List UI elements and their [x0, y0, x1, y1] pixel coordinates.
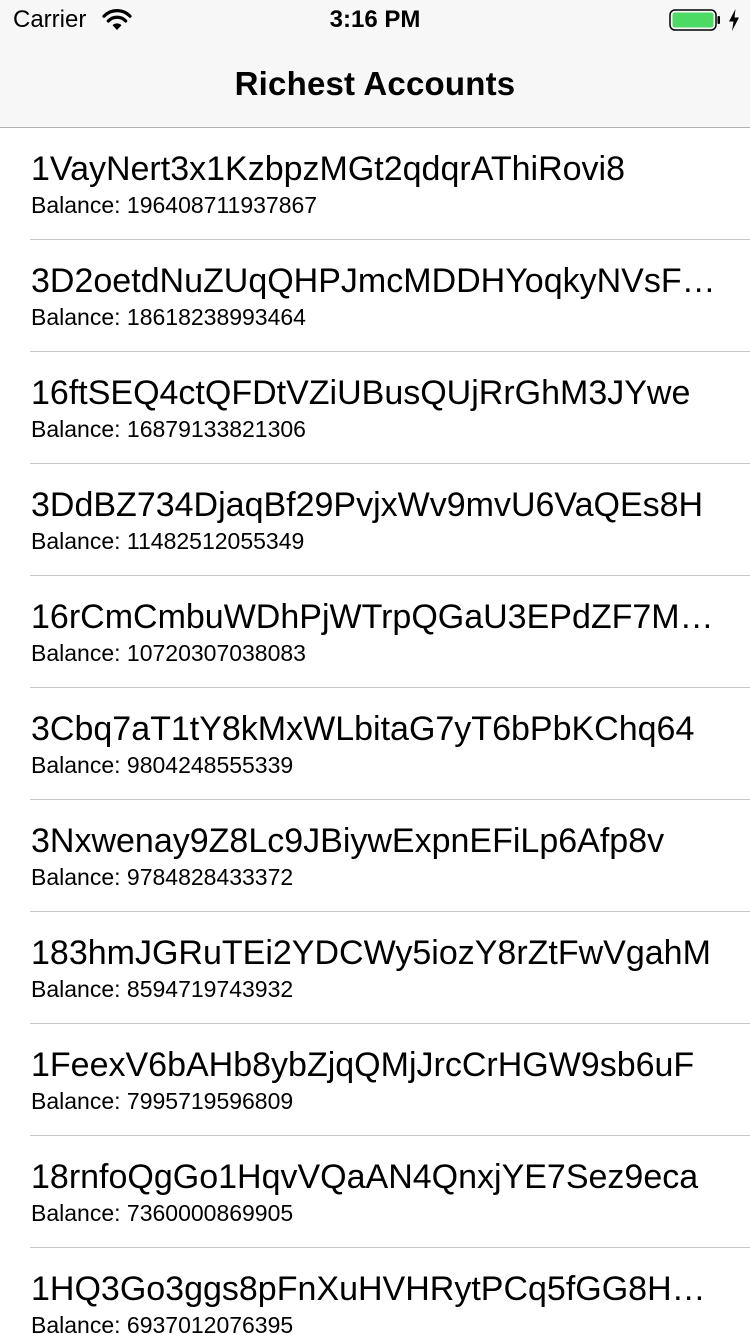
- battery-icon: [669, 9, 720, 31]
- status-bar: Carrier 3:16 PM: [0, 0, 750, 40]
- list-item[interactable]: 16ftSEQ4ctQFDtVZiUBusQUjRrGhM3JYwe Balan…: [0, 352, 750, 464]
- account-address: 1HQ3Go3ggs8pFnXuHVHRytPCq5fGG8Hb…: [31, 1270, 717, 1308]
- list-item[interactable]: 3Cbq7aT1tY8kMxWLbitaG7yT6bPbKChq64 Balan…: [0, 688, 750, 800]
- list-item[interactable]: 3DdBZ734DjaqBf29PvjxWv9mvU6VaQEs8H Balan…: [0, 464, 750, 576]
- account-address: 183hmJGRuTEi2YDCWy5iozY8rZtFwVgahM: [31, 934, 711, 972]
- account-address: 18rnfoQgGo1HqvVQaAN4QnxjYE7Sez9eca: [31, 1158, 699, 1196]
- list-item[interactable]: 16rCmCmbuWDhPjWTrpQGaU3EPdZF7MT… Balance…: [0, 576, 750, 688]
- account-balance: Balance: 8594719743932: [31, 976, 294, 1002]
- list-item[interactable]: 1VayNert3x1KzbpzMGt2qdqrAThiRovi8 Balanc…: [0, 128, 750, 240]
- account-address: 3Nxwenay9Z8Lc9JBiywExpnEFiLp6Afp8v: [31, 822, 665, 860]
- account-address: 3Cbq7aT1tY8kMxWLbitaG7yT6bPbKChq64: [31, 710, 695, 748]
- account-balance: Balance: 9784828433372: [31, 864, 294, 890]
- status-time: 3:16 PM: [329, 6, 421, 33]
- accounts-list: 1VayNert3x1KzbpzMGt2qdqrAThiRovi8 Balanc…: [0, 128, 750, 1334]
- account-address: 1VayNert3x1KzbpzMGt2qdqrAThiRovi8: [31, 150, 626, 188]
- account-balance: Balance: 6937012076395: [31, 1312, 294, 1334]
- account-address: 16ftSEQ4ctQFDtVZiUBusQUjRrGhM3JYwe: [31, 374, 691, 412]
- app-screen: Carrier 3:16 PM Richest Accounts 1VayNer…: [0, 0, 750, 1334]
- list-item[interactable]: 1FeexV6bAHb8ybZjqQMjJrcCrHGW9sb6uF Balan…: [0, 1024, 750, 1136]
- account-balance: Balance: 7995719596809: [31, 1088, 294, 1114]
- list-item[interactable]: 3D2oetdNuZUqQHPJmcMDDHYoqkyNVsF… Balance…: [0, 240, 750, 352]
- page-title: Richest Accounts: [234, 65, 516, 102]
- account-address: 1FeexV6bAHb8ybZjqQMjJrcCrHGW9sb6uF: [31, 1046, 695, 1084]
- charging-bolt-icon: [729, 9, 739, 31]
- account-address: 16rCmCmbuWDhPjWTrpQGaU3EPdZF7MT…: [31, 598, 717, 636]
- account-address: 3DdBZ734DjaqBf29PvjxWv9mvU6VaQEs8H: [31, 486, 704, 524]
- account-balance: Balance: 9804248555339: [31, 752, 294, 778]
- account-balance: Balance: 18618238993464: [31, 304, 306, 330]
- account-balance: Balance: 16879133821306: [31, 416, 306, 442]
- account-balance: Balance: 196408711937867: [31, 192, 318, 218]
- list-item[interactable]: 18rnfoQgGo1HqvVQaAN4QnxjYE7Sez9eca Balan…: [0, 1136, 750, 1248]
- account-balance: Balance: 7360000869905: [31, 1200, 294, 1226]
- account-balance: Balance: 10720307038083: [31, 640, 306, 666]
- account-address: 3D2oetdNuZUqQHPJmcMDDHYoqkyNVsF…: [31, 262, 716, 300]
- navigation-bar: Carrier 3:16 PM Richest Accounts: [0, 0, 750, 128]
- account-balance: Balance: 11482512055349: [31, 528, 305, 554]
- list-item[interactable]: 3Nxwenay9Z8Lc9JBiywExpnEFiLp6Afp8v Balan…: [0, 800, 750, 912]
- list-item[interactable]: 183hmJGRuTEi2YDCWy5iozY8rZtFwVgahM Balan…: [0, 912, 750, 1024]
- list-item[interactable]: 1HQ3Go3ggs8pFnXuHVHRytPCq5fGG8Hb… Balanc…: [0, 1248, 750, 1334]
